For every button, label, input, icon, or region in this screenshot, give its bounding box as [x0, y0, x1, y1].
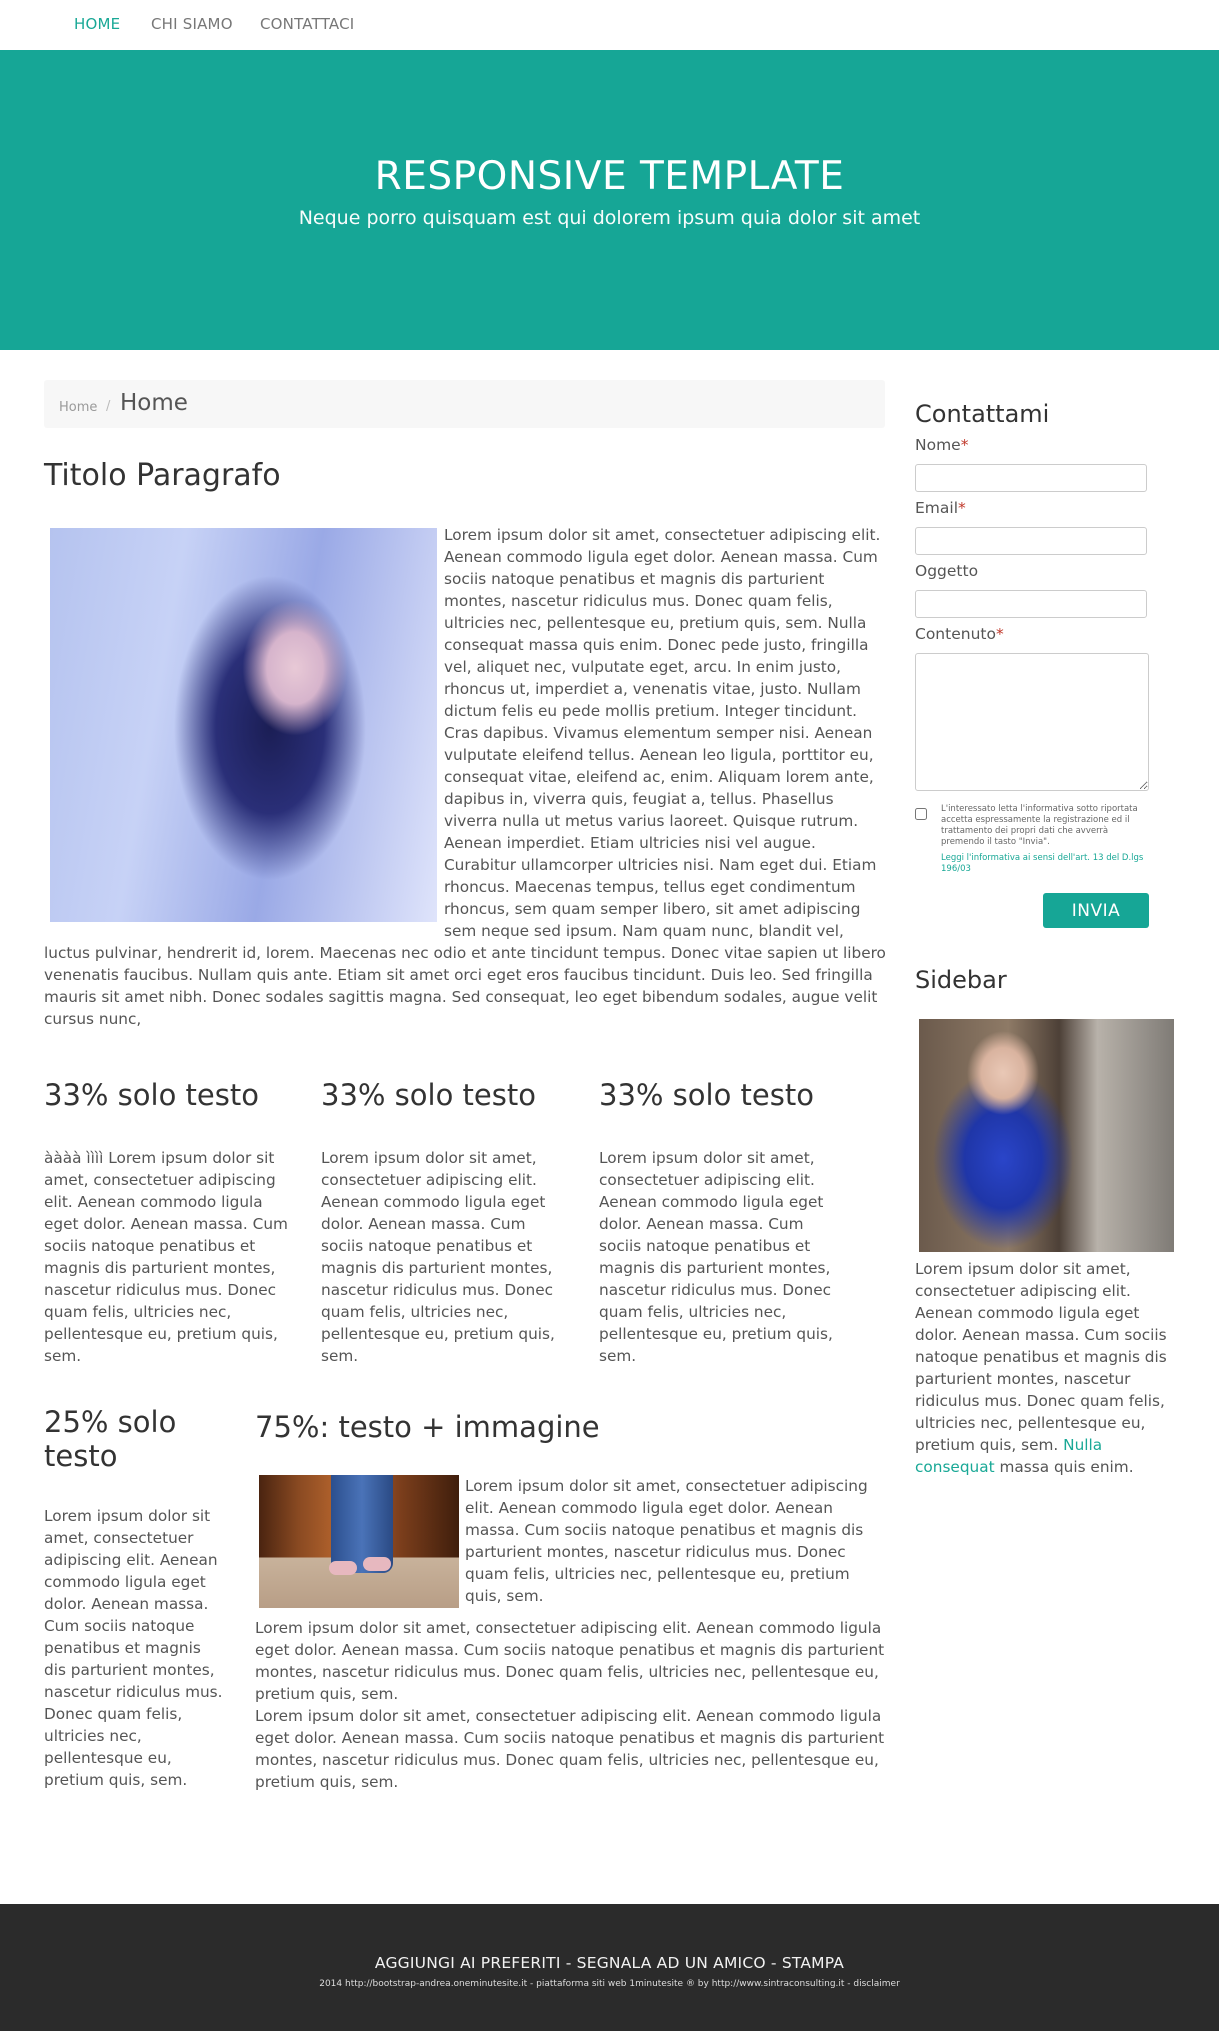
- footer-links: AGGIUNGI AI PREFERITI - SEGNALA AD UN AM…: [374, 1954, 845, 1972]
- email-field[interactable]: [915, 527, 1147, 555]
- email-label: Email*: [915, 499, 966, 517]
- column-title: 33% solo testo: [44, 1078, 259, 1112]
- sidebar-text: Lorem ipsum dolor sit amet, consectetuer…: [915, 1260, 1167, 1476]
- sidebar-title: Sidebar: [915, 966, 1007, 994]
- top-navbar: HOME CHI SIAMO CONTATTACI: [0, 0, 1219, 50]
- breadcrumb: Home / Home: [44, 380, 885, 428]
- column-75-body: Lorem ipsum dolor sit amet, consectetuer…: [255, 1475, 887, 1793]
- subject-field[interactable]: [915, 590, 1147, 618]
- hero-banner: RESPONSIVE TEMPLATE Neque porro quisquam…: [0, 50, 1219, 350]
- privacy-text: L'interessato letta l'informativa sotto …: [941, 804, 1138, 847]
- column-75: 75%: testo + immagine Lorem ipsum dolor …: [255, 1405, 887, 1803]
- article-text: Lorem ipsum dolor sit amet, consectetuer…: [44, 524, 887, 1030]
- privacy-policy-link[interactable]: Leggi l'informativa ai sensi dell'art. 1…: [941, 853, 1146, 875]
- column-title: 25% solo testo: [44, 1405, 177, 1473]
- contact-title: Contattami: [915, 400, 1050, 428]
- column-text: Lorem ipsum dolor sit amet, consectetuer…: [44, 1507, 223, 1789]
- column-33-2: 33% solo testo Lorem ipsum dolor sit ame…: [321, 1073, 571, 1367]
- nav-home[interactable]: HOME: [74, 15, 120, 33]
- breadcrumb-separator: /: [106, 399, 111, 414]
- page-heading: Titolo Paragrafo: [44, 458, 281, 493]
- breadcrumb-current: Home: [120, 390, 188, 416]
- name-label: Nome*: [915, 436, 969, 454]
- nav-chi-siamo[interactable]: CHI SIAMO: [151, 15, 233, 33]
- column-33-1: 33% solo testo àààà ìììì Lorem ipsum dol…: [44, 1073, 294, 1367]
- subject-label: Oggetto: [915, 562, 979, 580]
- tell-friend-link[interactable]: SEGNALA AD UN AMICO: [577, 1954, 766, 1972]
- content-label: Contenuto*: [915, 625, 1004, 643]
- column-title: 75%: testo + immagine: [255, 1410, 600, 1444]
- column-text: àààà ìììì Lorem ipsum dolor sit amet, co…: [44, 1149, 288, 1365]
- column-title: 33% solo testo: [321, 1078, 536, 1112]
- column-75-paragraph-3: Lorem ipsum dolor sit amet, consectetuer…: [255, 1707, 885, 1791]
- column-text: Lorem ipsum dolor sit amet, consectetuer…: [321, 1149, 555, 1365]
- column-25: 25% solo testo Lorem ipsum dolor sit ame…: [44, 1405, 224, 1791]
- nav-contattaci[interactable]: CONTATTACI: [260, 15, 354, 33]
- name-field[interactable]: [915, 464, 1147, 492]
- footer-credit: 2014 http://bootstrap-andrea.oneminutesi…: [319, 1979, 900, 1989]
- column-33-3: 33% solo testo Lorem ipsum dolor sit ame…: [599, 1073, 849, 1367]
- photo-jeans-sneakers: [259, 1475, 459, 1608]
- add-favorites-link[interactable]: AGGIUNGI AI PREFERITI: [375, 1954, 561, 1972]
- submit-button[interactable]: INVIA: [1043, 893, 1149, 928]
- footer: AGGIUNGI AI PREFERITI - SEGNALA AD UN AM…: [0, 1904, 1219, 2031]
- breadcrumb-home-link[interactable]: Home: [59, 400, 97, 415]
- content-textarea[interactable]: [915, 653, 1149, 791]
- column-75-paragraph-2: Lorem ipsum dolor sit amet, consectetuer…: [255, 1619, 885, 1703]
- print-link[interactable]: STAMPA: [782, 1954, 844, 1972]
- column-text: Lorem ipsum dolor sit amet, consectetuer…: [599, 1149, 833, 1365]
- column-title: 33% solo testo: [599, 1078, 814, 1112]
- hero-title: RESPONSIVE TEMPLATE: [374, 154, 845, 199]
- privacy-checkbox[interactable]: [915, 808, 927, 820]
- sidebar-photo-girl: [919, 1019, 1174, 1252]
- hero-subtitle: Neque porro quisquam est qui dolorem ips…: [298, 207, 921, 229]
